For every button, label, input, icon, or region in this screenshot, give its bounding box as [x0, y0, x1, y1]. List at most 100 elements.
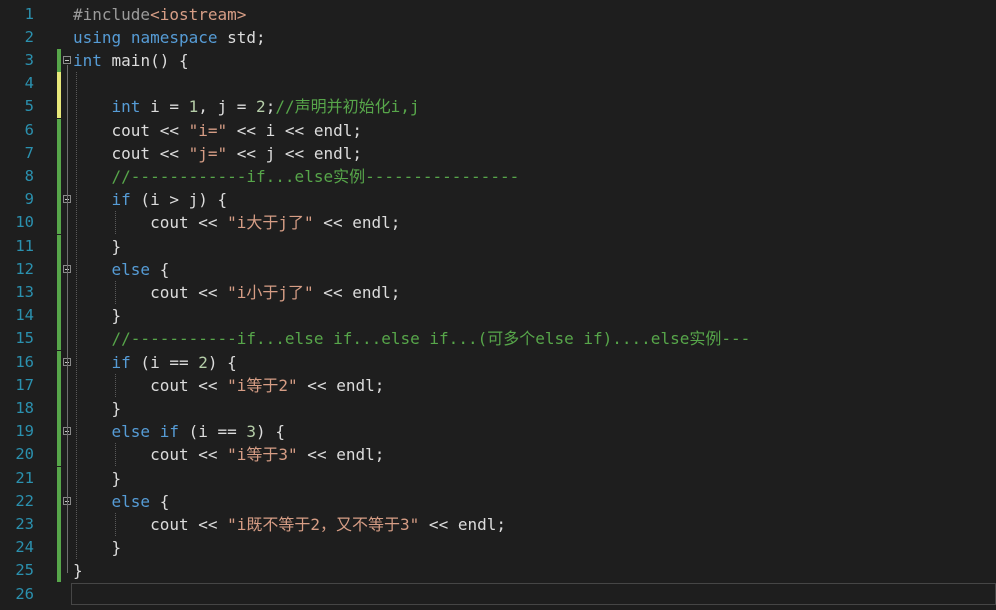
line-number: 7	[24, 143, 34, 162]
code-text[interactable]: }	[73, 536, 122, 559]
code-line[interactable]: 16 if (i == 2) {	[0, 350, 996, 374]
code-line[interactable]: 21 }	[0, 466, 996, 490]
code-text[interactable]: else if (i == 3) {	[73, 420, 285, 443]
change-indicator	[57, 512, 61, 537]
indent-guide	[115, 443, 116, 467]
line-number: 6	[24, 120, 34, 139]
code-line[interactable]: 17 cout << "i等于2" << endl;	[0, 373, 996, 397]
code-text[interactable]: if (i == 2) {	[73, 351, 237, 374]
code-text[interactable]: if (i > j) {	[73, 188, 228, 211]
indent-guide	[115, 280, 116, 305]
code-line[interactable]: 11 }	[0, 234, 996, 258]
change-indicator	[57, 536, 61, 560]
code-text[interactable]: }	[73, 235, 122, 258]
code-text[interactable]: cout << "i小于j了" << endl;	[73, 281, 400, 304]
code-text[interactable]: using namespace std;	[73, 26, 266, 49]
fold-region-line	[67, 436, 68, 481]
line-number: 13	[15, 282, 34, 301]
code-line[interactable]: 15 //-----------if...else if...else if..…	[0, 327, 996, 351]
code-line[interactable]: 10 cout << "i大于j了" << endl;	[0, 211, 996, 235]
code-line[interactable]: 14 }	[0, 304, 996, 328]
code-text[interactable]: cout << "i等于2" << endl;	[73, 374, 384, 397]
line-number: 21	[15, 468, 34, 487]
code-line[interactable]: 22 else {	[0, 489, 996, 513]
line-number: 18	[15, 398, 34, 417]
code-line[interactable]: 7 cout << "j=" << j << endl;	[0, 141, 996, 165]
line-number: 26	[15, 584, 34, 603]
code-line[interactable]: 20 cout << "i等于3" << endl;	[0, 443, 996, 467]
token: << endl;	[313, 213, 401, 233]
token: << endl;	[297, 445, 385, 465]
line-number: 15	[15, 329, 34, 348]
line-number: 14	[15, 306, 34, 325]
code-line[interactable]: 26	[0, 582, 996, 606]
code-line[interactable]: 18 }	[0, 396, 996, 421]
code-text[interactable]: else {	[73, 258, 170, 281]
token: ) {	[256, 422, 285, 442]
code-line[interactable]: 5 int i = 1, j = 2;//声明并初始化i,j	[0, 95, 996, 119]
token-kw: else	[111, 422, 151, 442]
indent-guide	[76, 72, 77, 560]
token: << i << endl;	[227, 120, 362, 140]
code-text[interactable]: cout << "i等于3" << endl;	[73, 443, 384, 466]
code-line[interactable]: 19 else if (i == 3) {	[0, 420, 996, 444]
token: (i ==	[178, 422, 247, 442]
token-str: "i等于2"	[227, 375, 298, 395]
fold-region-line	[67, 366, 68, 411]
code-line[interactable]: 9 if (i > j) {	[0, 188, 996, 212]
code-line[interactable]: 24 }	[0, 536, 996, 560]
code-line[interactable]: 12 else {	[0, 257, 996, 281]
token-pp: #include	[73, 4, 151, 24]
code-line[interactable]: 2 using namespace std;	[0, 26, 996, 49]
token: , j =	[198, 97, 257, 117]
code-text[interactable]: //------------if...else实例---------------…	[73, 165, 520, 188]
code-text[interactable]: int i = 1, j = 2;//声明并初始化i,j	[73, 95, 420, 118]
code-text[interactable]: cout << "i既不等于2，又不等于3" << endl;	[73, 513, 506, 536]
change-indicator	[57, 164, 61, 189]
token-str: "i既不等于2，又不等于3"	[227, 514, 420, 534]
token: cout <<	[73, 143, 189, 163]
token-cmt: //-----------if...else if...else if...(可…	[111, 329, 751, 349]
code-text[interactable]: }	[73, 304, 122, 327]
code-line[interactable]: 6 cout << "i=" << i << endl;	[0, 118, 996, 142]
token: }	[73, 468, 122, 488]
token-str: "j="	[188, 143, 228, 163]
code-text[interactable]: else {	[73, 490, 170, 513]
code-text[interactable]: }	[73, 467, 122, 490]
code-text[interactable]: cout << "i=" << i << endl;	[73, 119, 362, 142]
code-line[interactable]: 3 int main() {	[0, 48, 996, 73]
change-indicator	[57, 443, 61, 467]
code-text[interactable]: cout << "j=" << j << endl;	[73, 142, 362, 165]
line-number: 23	[15, 514, 34, 533]
change-indicator	[57, 141, 61, 165]
token: }	[73, 561, 83, 581]
code-text[interactable]: }	[73, 397, 122, 420]
change-indicator	[57, 327, 61, 351]
token: << endl;	[419, 514, 506, 534]
code-line[interactable]: 13 cout << "i小于j了" << endl;	[0, 280, 996, 305]
code-line[interactable]: 1 #include<iostream>	[0, 3, 996, 26]
code-text[interactable]: cout << "i大于j了" << endl;	[73, 211, 400, 234]
code-line[interactable]: 23 cout << "i既不等于2，又不等于3" << endl;	[0, 512, 996, 537]
code-text[interactable]: #include<iostream>	[73, 3, 246, 26]
token-num: 2	[198, 352, 208, 372]
token-str: "i等于3"	[227, 445, 298, 465]
code-text[interactable]: int main() {	[73, 49, 189, 72]
code-line[interactable]: 25}	[0, 559, 996, 583]
token: << endl;	[313, 282, 401, 302]
token-num: 2	[256, 97, 266, 117]
code-line[interactable]: 8 //------------if...else实例-------------…	[0, 164, 996, 189]
collapse-icon[interactable]	[63, 55, 71, 64]
code-text[interactable]: }	[73, 559, 83, 582]
token-num: 3	[246, 422, 257, 442]
change-indicator	[57, 48, 61, 73]
code-text[interactable]: //-----------if...else if...else if...(可…	[73, 327, 751, 350]
code-line[interactable]: 4	[0, 72, 996, 96]
token: main() {	[101, 50, 189, 70]
code-editor[interactable]: 1 #include<iostream> 2 using namespace std;…	[0, 0, 996, 610]
line-number: 10	[15, 213, 34, 232]
